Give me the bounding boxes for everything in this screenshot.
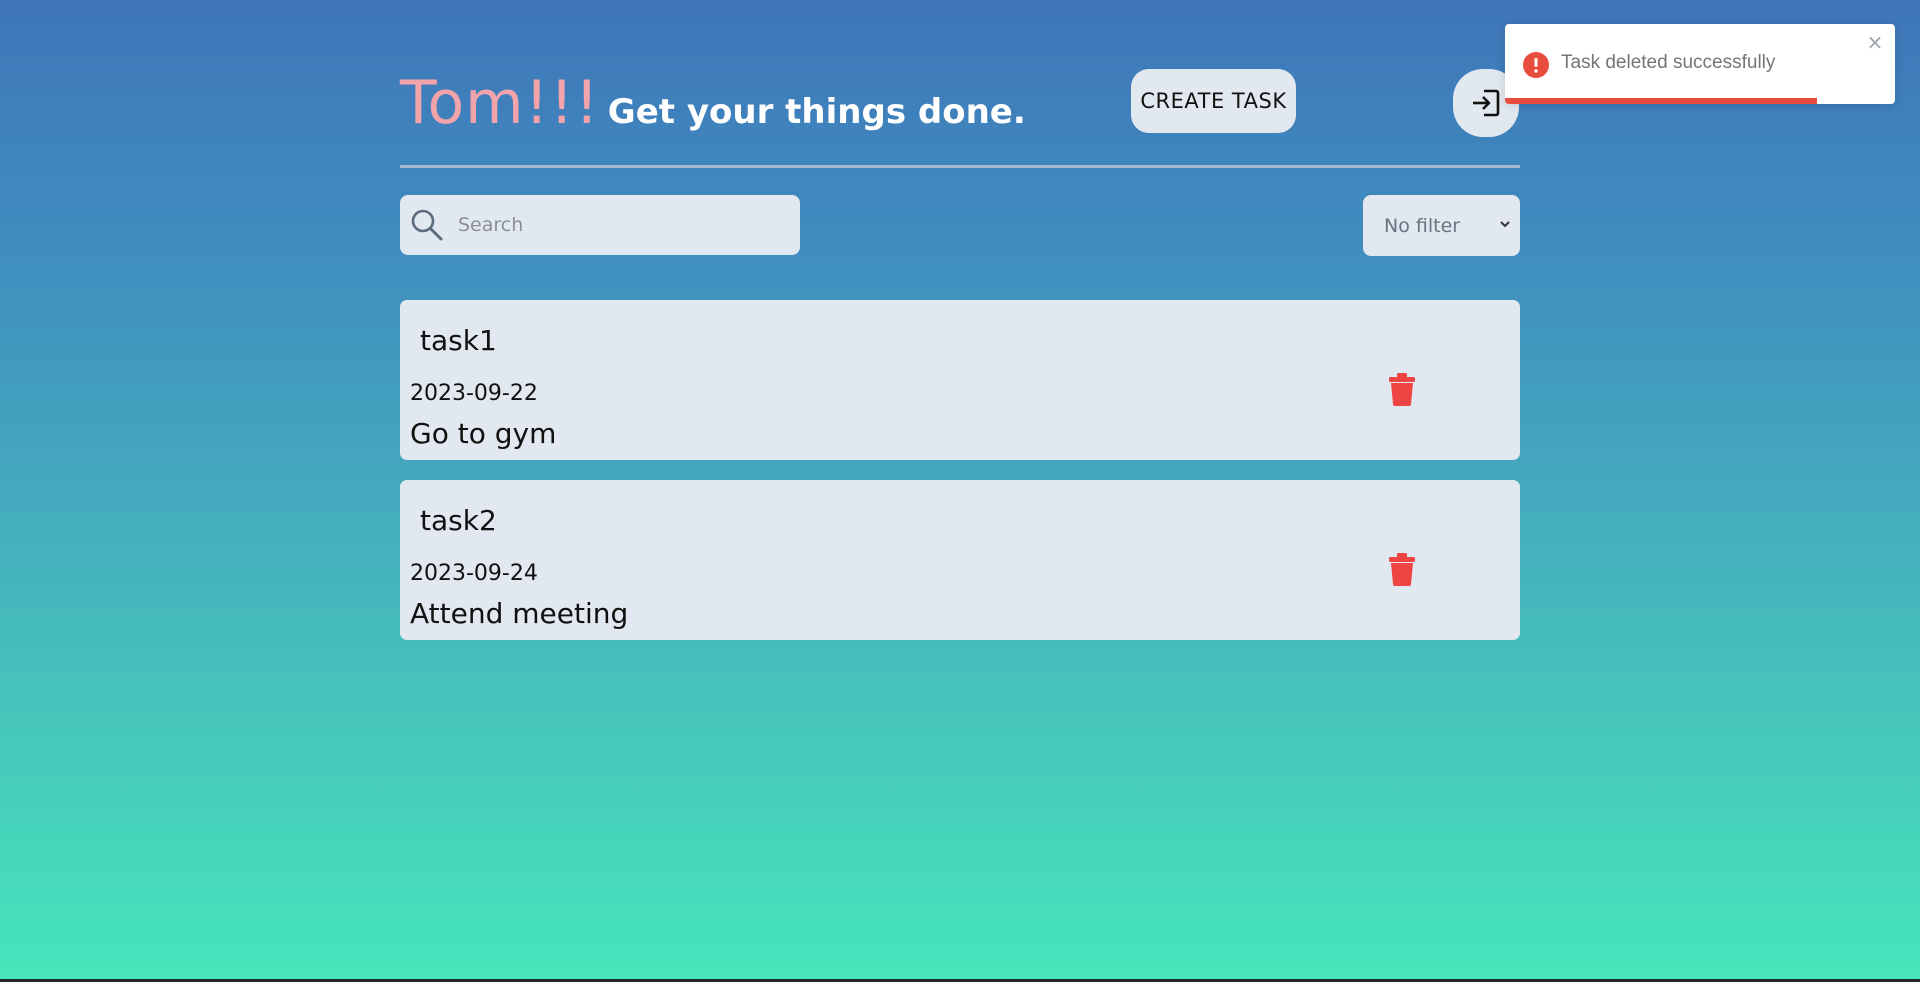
toast-message: Task deleted successfully (1561, 52, 1776, 73)
header: Tom!!! Get your things done. CREATE TASK (400, 68, 1520, 168)
trash-icon[interactable] (1387, 372, 1417, 406)
filter-selected-value: No filter (1384, 214, 1461, 237)
search-box[interactable] (400, 195, 800, 255)
trash-icon[interactable] (1387, 552, 1417, 586)
close-icon[interactable]: × (1863, 30, 1887, 54)
toast-progress-bar (1505, 98, 1817, 104)
task-card: task2 2023-09-24 Attend meeting (400, 480, 1520, 640)
task-card: task1 2023-09-22 Go to gym (400, 300, 1520, 460)
user-name: Tom!!! (400, 68, 600, 138)
task-title: task2 (420, 504, 497, 537)
chevron-down-icon (1500, 221, 1510, 228)
create-task-button[interactable]: CREATE TASK (1131, 69, 1296, 133)
header-divider (400, 165, 1520, 168)
toast-notification[interactable]: Task deleted successfully × (1505, 24, 1895, 104)
error-icon (1523, 52, 1549, 78)
task-description: Attend meeting (410, 597, 629, 630)
tagline: Get your things done. (607, 92, 1026, 132)
task-description: Go to gym (410, 417, 557, 450)
search-icon (411, 209, 443, 241)
brand: Tom!!! Get your things done. (400, 68, 1026, 138)
task-date: 2023-09-24 (410, 561, 538, 586)
filter-select[interactable]: No filter (1363, 195, 1520, 256)
task-title: task1 (420, 324, 497, 357)
task-date: 2023-09-22 (410, 381, 538, 406)
search-input[interactable] (458, 195, 788, 255)
logout-icon (1473, 89, 1500, 117)
